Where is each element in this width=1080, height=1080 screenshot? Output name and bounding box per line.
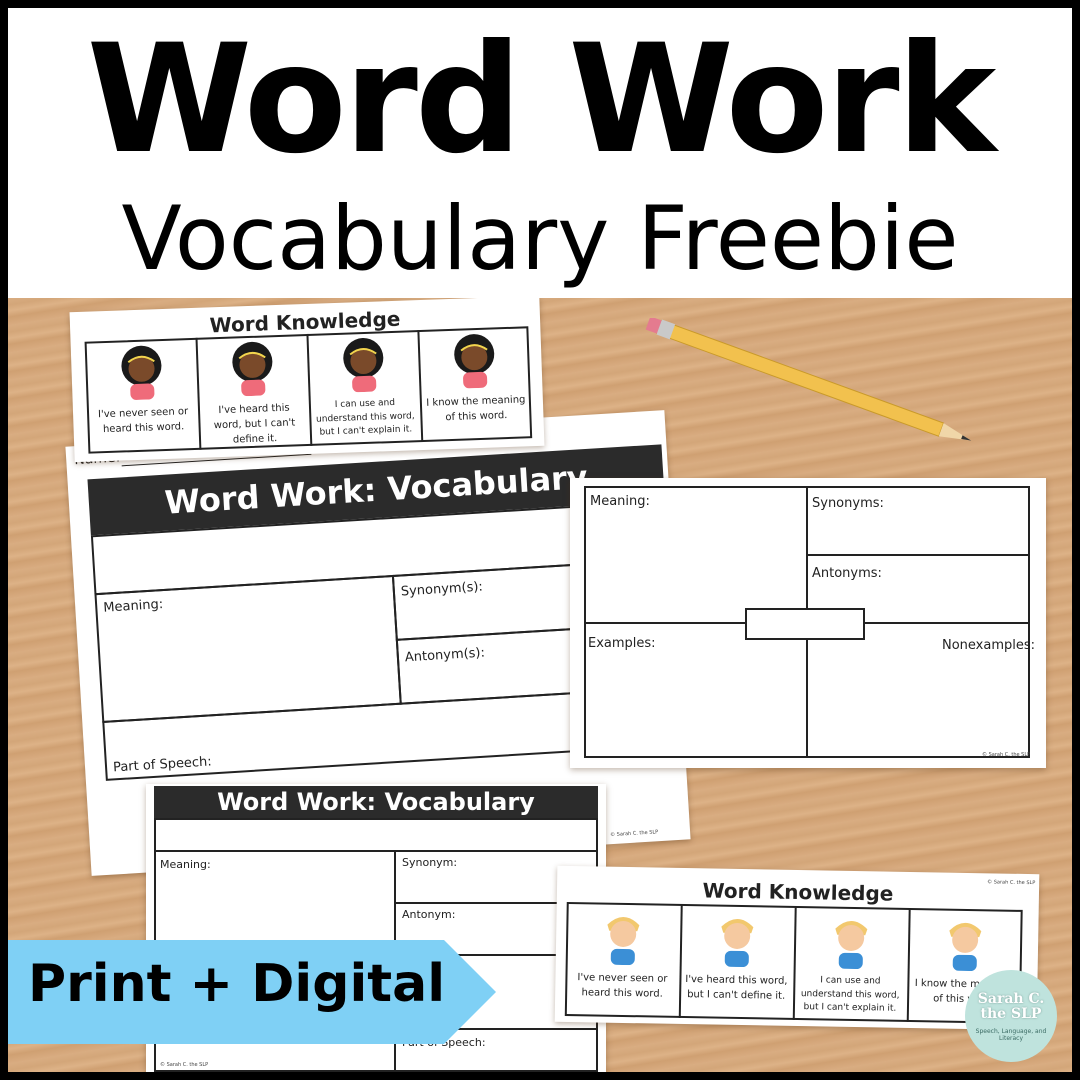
girl-face-icon [343,338,384,393]
header: Word Work Vocabulary Freebie [8,8,1072,298]
girl-face-icon [232,341,273,397]
knowledge-bottom-caption-2: I've heard this word, but I can't define… [685,974,788,1002]
frayer-model-sheet: Meaning: Synonyms: Antonyms: Examples: N… [570,478,1046,768]
knowledge-bottom-caption-3: I can use and understand this word, but … [800,975,900,1014]
knowledge-bottom-caption-1: I've never seen or heard this word. [577,972,668,1000]
frayer-syn-divider [806,554,1030,556]
knowledge-top-caption-4: I know the meaning of this word. [426,394,526,424]
girl-face-icon [121,345,162,400]
frayer-antonyms-label: Antonyms: [812,566,882,581]
word-knowledge-card-top: Word Knowledge I've never seen or heard … [69,298,545,463]
page-title: Word Work [86,13,997,187]
boy-face-icon [949,922,982,972]
small-meaning-label: Meaning: [160,858,211,871]
logo-name: Sarah C. the SLP [977,991,1045,1022]
brand-logo: Sarah C. the SLP Speech, Language, and L… [965,970,1057,1062]
frayer-synonyms-label: Synonyms: [812,496,884,511]
small-credit: © Sarah C. the SLP [160,1062,209,1068]
frayer-meaning-label: Meaning: [590,494,650,509]
small-synonym-label: Synonym: [402,856,458,869]
boy-face-icon [607,916,640,966]
print-digital-label: Print + Digital [28,954,446,1014]
knowledge-top-caption-2: I've heard this word, but I can't define… [213,402,296,446]
boy-face-icon [721,918,754,968]
frayer-center-word-box [745,608,865,640]
frayer-nonexamples-label: Nonexamples: [942,638,1036,653]
sheet-large-credit: © Sarah C. the SLP [609,829,659,839]
sheet-small-title: Word Work: Vocabulary [154,786,598,818]
knowledge-top-caption-1: I've never seen or heard this word. [97,406,189,436]
page-frame: Word Work Vocabulary Freebie Name: Word … [0,0,1080,1080]
page-subtitle: Vocabulary Freebie [121,187,959,290]
small-word-box [154,818,598,852]
meaning-box [94,574,402,723]
logo-tagline: Speech, Language, and Literacy [975,1028,1047,1042]
frayer-credit: © Sarah C. the SLP [982,752,1031,758]
frayer-examples-label: Examples: [588,636,656,651]
print-digital-badge: Print + Digital [8,940,496,1044]
girl-face-icon [454,334,495,389]
small-antonym-label: Antonym: [402,908,456,921]
knowledge-top-caption-3: I can use and understand this word, but … [315,397,415,438]
pencil-icon [645,318,972,441]
boy-face-icon [835,920,868,970]
